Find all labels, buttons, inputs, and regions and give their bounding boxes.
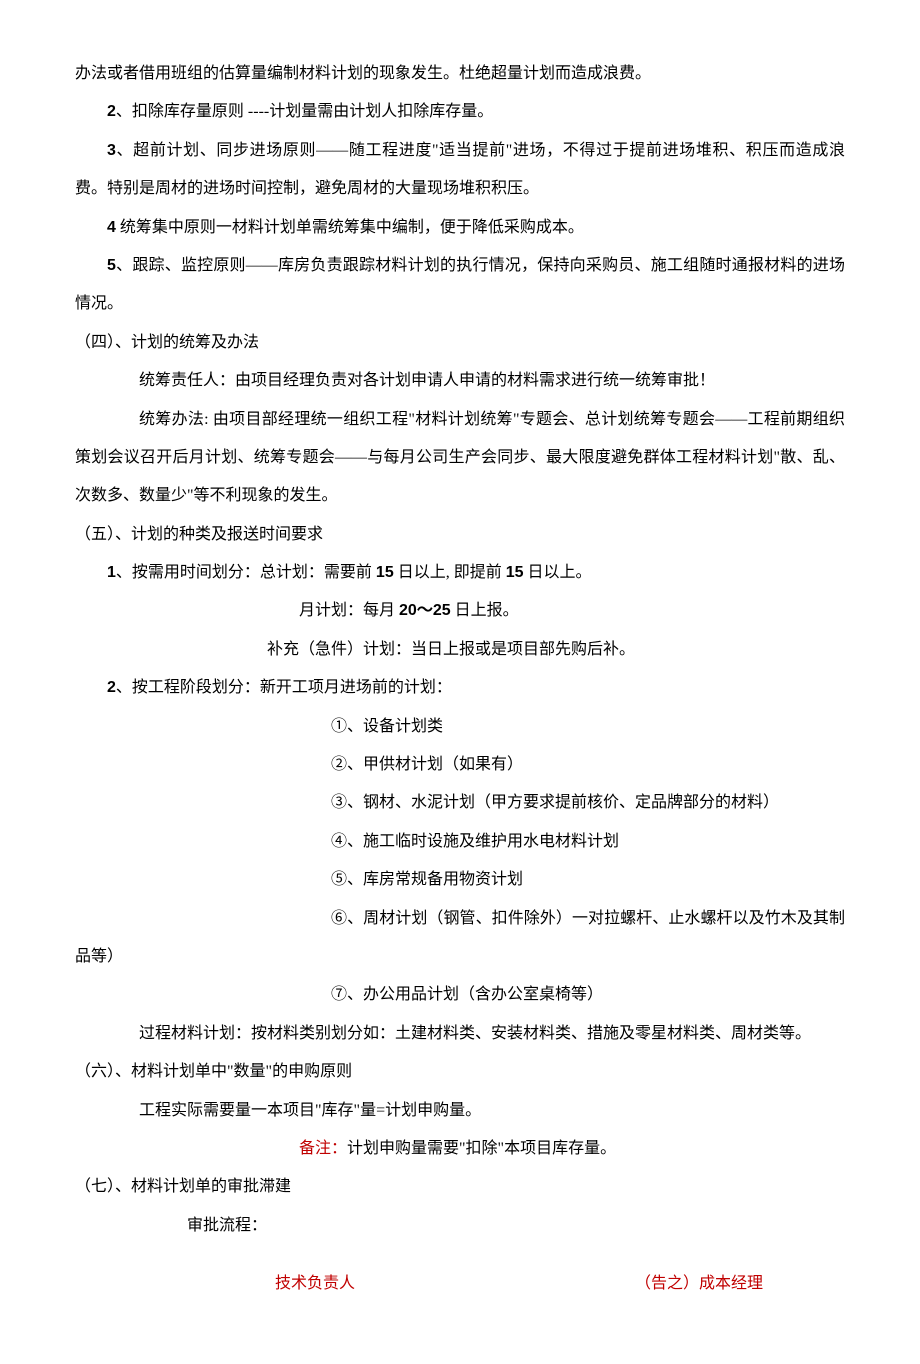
section-5-p1: 1、按需用时间划分：总计划：需要前 15 日以上, 即提前 15 日以上。: [75, 554, 845, 592]
paragraph-4: 4 统筹集中原则一材料计划单需统筹集中编制，便于降低采购成本。: [75, 209, 845, 247]
section-6-note: 备注：计划申购量需要"扣除"本项目库存量。: [75, 1130, 845, 1168]
section-5-li6: ⑥、周材计划（钢管、扣件除外）一对拉螺杆、止水螺杆以及竹木及其制品等）: [75, 900, 845, 977]
num-5: 5: [107, 257, 116, 274]
section-5-li2: ②、甲供材计划（如果有）: [75, 746, 845, 784]
s5-p2b: 日上报。: [451, 602, 519, 619]
section-6-p1: 工程实际需要量一本项目"库存"量=计划申购量。: [75, 1092, 845, 1130]
s5-p1a: 、按需用时间划分：总计划：需要前: [116, 564, 376, 581]
section-5-p2: 月计划：每月 20～25 日上报。: [75, 592, 845, 630]
section-5-p4: 2、按工程阶段划分：新开工项月进场前的计划：: [75, 669, 845, 707]
s5-p2a: 月计划：每月: [299, 602, 399, 619]
num-3: 3: [107, 142, 116, 159]
s5-p1-15a: 15: [376, 564, 394, 581]
s5-p1c: 日以上。: [524, 564, 592, 581]
section-4-p2: 统筹办法: 由项目部经理统一组织工程"材料计划统筹"专题会、总计划统筹专题会——…: [75, 401, 845, 516]
num-2: 2: [107, 103, 116, 120]
flow-cost-manager: （告之）成本经理: [635, 1265, 763, 1303]
approval-flow-row: 技术负责人 （告之）成本经理: [75, 1265, 845, 1303]
text-5: 、跟踪、监控原则——库房负责跟踪材料计划的执行情况，保持向采购员、施工组随时通报…: [75, 257, 845, 312]
section-5-li3: ③、钢材、水泥计划（甲方要求提前核价、定品牌部分的材料）: [75, 784, 845, 822]
s5-p1-15b: 15: [506, 564, 524, 581]
s5-p1b: 日以上, 即提前: [394, 564, 506, 581]
num-4: 4: [107, 219, 116, 236]
section-5-li1: ①、设备计划类: [75, 708, 845, 746]
text-2: 、扣除库存量原则 ----计划量需由计划人扣除库存量。: [116, 103, 493, 120]
paragraph-1: 办法或者借用班组的估算量编制材料计划的现象发生。杜绝超量计划而造成浪费。: [75, 55, 845, 93]
section-7-title: （七）、材料计划单的审批滞建: [75, 1168, 845, 1206]
flow-tech-lead: 技术负责人: [275, 1265, 355, 1303]
section-6-title: （六）、材料计划单中"数量"的申购原则: [75, 1053, 845, 1091]
section-4-p1: 统筹责任人：由项目经理负责对各计划申请人申请的材料需求进行统一统筹审批！: [75, 362, 845, 400]
section-4-title: （四）、计划的统筹及办法: [75, 324, 845, 362]
section-5-li7: ⑦、办公用品计划（含办公室桌椅等）: [75, 976, 845, 1014]
paragraph-5: 5、跟踪、监控原则——库房负责跟踪材料计划的执行情况，保持向采购员、施工组随时通…: [75, 247, 845, 324]
paragraph-2: 2、扣除库存量原则 ----计划量需由计划人扣除库存量。: [75, 93, 845, 131]
section-5-p3: 补充（急件）计划：当日上报或是项目部先购后补。: [75, 631, 845, 669]
section-5-p5: 过程材料计划：按材料类别划分如：土建材料类、安装材料类、措施及零星材料类、周材类…: [75, 1015, 845, 1053]
section-5-title: （五）、计划的种类及报送时间要求: [75, 516, 845, 554]
s5-num-2: 2: [107, 679, 116, 696]
s5-p2-range: 20～25: [399, 602, 451, 619]
section-5-li5: ⑤、库房常规备用物资计划: [75, 861, 845, 899]
s5-num-1: 1: [107, 564, 116, 581]
note-label: 备注：: [299, 1140, 347, 1157]
text-3: 、超前计划、同步进场原则——随工程进度"适当提前"进场，不得过于提前进场堆积、积…: [75, 142, 845, 197]
section-5-li4: ④、施工临时设施及维护用水电材料计划: [75, 823, 845, 861]
section-7-p1: 审批流程：: [75, 1207, 845, 1245]
s5-p4-text: 、按工程阶段划分：新开工项月进场前的计划：: [116, 679, 452, 696]
text-4: 统筹集中原则一材料计划单需统筹集中编制，便于降低采购成本。: [116, 219, 584, 236]
paragraph-3: 3、超前计划、同步进场原则——随工程进度"适当提前"进场，不得过于提前进场堆积、…: [75, 132, 845, 209]
note-text: 计划申购量需要"扣除"本项目库存量。: [347, 1140, 616, 1157]
